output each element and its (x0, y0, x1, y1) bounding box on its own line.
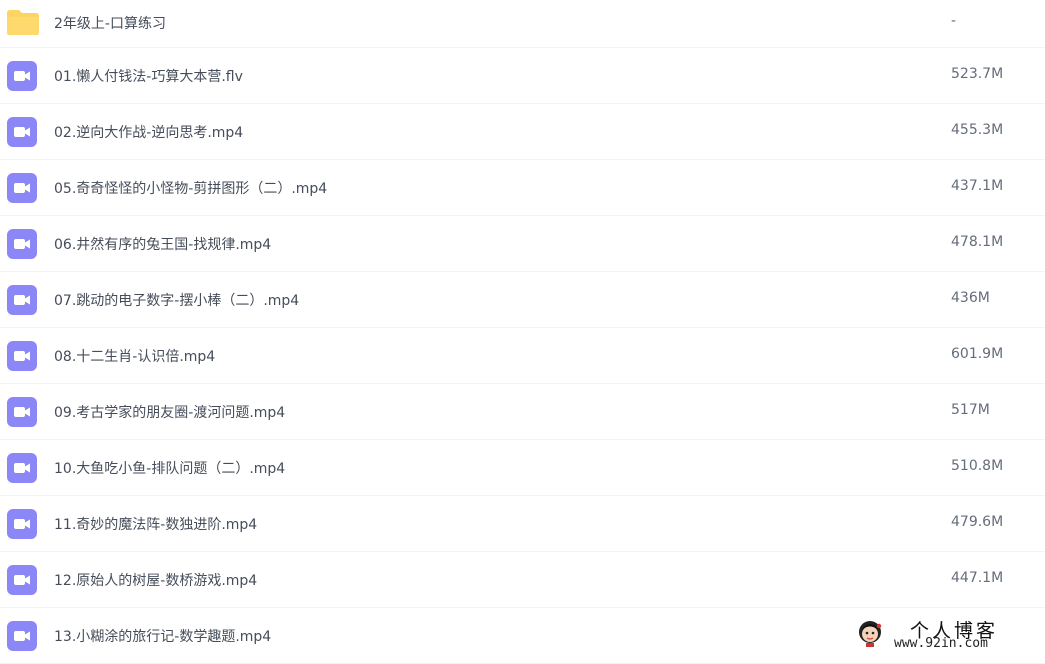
video-icon (7, 341, 37, 371)
file-row[interactable]: 02.逆向大作战-逆向思考.mp4 455.3M (0, 104, 1045, 160)
file-name[interactable]: 02.逆向大作战-逆向思考.mp4 (54, 122, 243, 142)
file-size: 479.6M (951, 514, 1004, 530)
file-name[interactable]: 12.原始人的树屋-数桥游戏.mp4 (54, 570, 257, 590)
folder-size: - (951, 13, 957, 29)
video-icon (7, 173, 37, 203)
file-name[interactable]: 10.大鱼吃小鱼-排队问题（二）.mp4 (54, 458, 285, 478)
folder-name[interactable]: 2年级上-口算练习 (54, 13, 166, 33)
folder-icon (7, 10, 39, 35)
file-list: 2年级上-口算练习 - 01.懒人付钱法-巧算大本营.flv 523.7M 02… (0, 0, 1045, 664)
file-size: 510.8M (951, 458, 1004, 474)
video-icon (7, 285, 37, 315)
video-icon (7, 229, 37, 259)
file-row[interactable]: 11.奇妙的魔法阵-数独进阶.mp4 479.6M (0, 496, 1045, 552)
file-name[interactable]: 11.奇妙的魔法阵-数独进阶.mp4 (54, 514, 257, 534)
file-size: 478.1M (951, 234, 1004, 250)
video-icon (7, 621, 37, 651)
avatar-icon (859, 621, 882, 647)
file-size: 455.3M (951, 122, 1004, 138)
file-size: 601.9M (951, 346, 1004, 362)
file-row[interactable]: 10.大鱼吃小鱼-排队问题（二）.mp4 510.8M (0, 440, 1045, 496)
file-row[interactable]: 06.井然有序的兔王国-找规律.mp4 478.1M (0, 216, 1045, 272)
file-name[interactable]: 01.懒人付钱法-巧算大本营.flv (54, 66, 243, 86)
blog-watermark: 个人博客 www.92in.com (852, 614, 1045, 656)
video-icon (7, 61, 37, 91)
file-name[interactable]: 09.考古学家的朋友圈-渡河问题.mp4 (54, 402, 285, 422)
watermark-url: www.92in.com (894, 636, 988, 651)
file-name[interactable]: 13.小糊涂的旅行记-数学趣题.mp4 (54, 626, 271, 646)
file-name[interactable]: 08.十二生肖-认识倍.mp4 (54, 346, 215, 366)
video-icon (7, 509, 37, 539)
video-icon (7, 117, 37, 147)
file-row[interactable]: 12.原始人的树屋-数桥游戏.mp4 447.1M (0, 552, 1045, 608)
file-name[interactable]: 05.奇奇怪怪的小怪物-剪拼图形（二）.mp4 (54, 178, 327, 198)
video-icon (7, 453, 37, 483)
file-size: 437.1M (951, 178, 1004, 194)
file-size: 436M (951, 290, 990, 306)
file-size: 447.1M (951, 570, 1004, 586)
file-size: 523.7M (951, 66, 1004, 82)
file-row[interactable]: 07.跳动的电子数字-摆小棒（二）.mp4 436M (0, 272, 1045, 328)
video-icon (7, 565, 37, 595)
file-name[interactable]: 06.井然有序的兔王国-找规律.mp4 (54, 234, 271, 254)
file-row[interactable]: 01.懒人付钱法-巧算大本营.flv 523.7M (0, 48, 1045, 104)
video-icon (7, 397, 37, 427)
file-row[interactable]: 09.考古学家的朋友圈-渡河问题.mp4 517M (0, 384, 1045, 440)
folder-row[interactable]: 2年级上-口算练习 - (0, 0, 1045, 48)
file-row[interactable]: 08.十二生肖-认识倍.mp4 601.9M (0, 328, 1045, 384)
file-row[interactable]: 05.奇奇怪怪的小怪物-剪拼图形（二）.mp4 437.1M (0, 160, 1045, 216)
file-size: 517M (951, 402, 990, 418)
file-name[interactable]: 07.跳动的电子数字-摆小棒（二）.mp4 (54, 290, 299, 310)
